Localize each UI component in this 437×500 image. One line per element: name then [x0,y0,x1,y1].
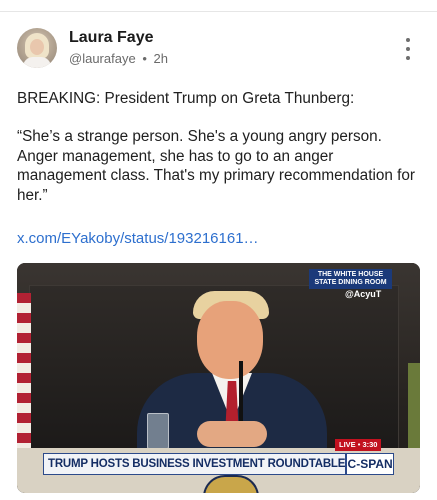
more-dot [406,47,410,51]
us-flag [17,293,31,463]
more-dot [406,38,410,42]
avatar[interactable] [17,28,57,68]
water-glass [147,413,169,449]
news-chyron: TRUMP HOSTS BUSINESS INVESTMENT ROUNDTAB… [43,453,394,475]
video-thumbnail[interactable]: THE WHITE HOUSE STATE DINING ROOM @AcyuT… [17,263,420,493]
post-time: 2h [153,51,168,66]
network-logo: C-SPAN [345,454,393,474]
post-headline: BREAKING: President Trump on Greta Thunb… [17,90,355,107]
speaker-head [197,301,263,379]
post-link[interactable]: x.com/EYakoby/status/193216161… [17,230,259,247]
more-dot [406,56,410,60]
watermark: @AcyuT [345,289,382,299]
live-badge: LIVE • 3:30 [335,439,382,451]
author-meta: @laurafaye • 2h [69,51,168,66]
author-handle[interactable]: @laurafaye [69,51,136,66]
location-tag: THE WHITE HOUSE STATE DINING ROOM [309,269,392,289]
top-divider [0,11,437,12]
author-name[interactable]: Laura Faye [69,29,153,47]
chyron-text: TRUMP HOSTS BUSINESS INVESTMENT ROUNDTAB… [48,458,346,470]
post-quote: “She’s a strange person. She's a young a… [17,128,415,204]
meta-separator: • [142,51,147,66]
speaker-hands [197,421,267,447]
avatar-face [30,39,44,55]
more-vertical-icon[interactable] [400,38,416,60]
avatar-shirt [23,57,51,68]
